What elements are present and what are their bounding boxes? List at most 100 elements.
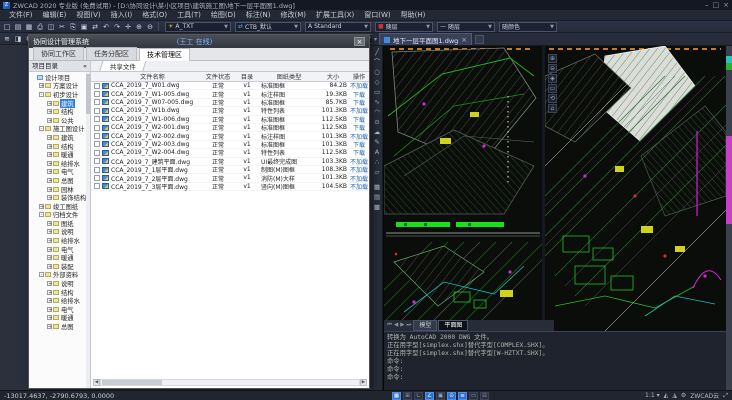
draw-tool-icon[interactable]: ╱ [373,48,382,57]
dialog-close-button[interactable]: × [354,37,365,46]
hatch-tool-icon[interactable]: ▩ [373,203,382,212]
toolbar-icon[interactable]: ↷ [112,22,122,32]
canvas-area[interactable]: ⊕⊖◈▭⟲⌂ ⏮◀▶⏭ 模型平面图 转换为 AutoCAD 2000 DWG 文… [383,46,732,390]
tree-expander-icon[interactable]: + [47,255,52,260]
menu-item[interactable]: 标注(N) [241,10,276,21]
tree-item[interactable]: + 电气 [29,305,90,314]
draw-tool-icon[interactable]: ○ [373,68,382,77]
tree-item[interactable]: + 竣工图纸 [29,202,90,211]
layer-toolbar-icon[interactable]: ◨ [13,34,23,44]
toolbar-icon[interactable]: ✂ [57,22,67,32]
draw-tool-icon[interactable]: ☁ [373,128,382,137]
tree-item[interactable]: + 建筑 [29,133,90,142]
viewport-right-floorplan[interactable] [545,46,726,331]
row-checkbox[interactable] [94,158,100,164]
row-checkbox[interactable] [94,125,100,131]
lineweight-dropdown[interactable]: 随颜色▼ [499,22,557,32]
toolbar-icon[interactable]: ▦ [24,22,34,32]
toolbar-icon[interactable]: ⎘ [68,22,78,32]
menu-item[interactable]: 格式(O) [137,10,172,21]
file-table-hscrollbar[interactable]: ◀ ▶ [93,379,367,386]
tree-collapse-icon[interactable]: « [83,61,87,71]
toolbar-icon[interactable]: ⊕ [134,22,144,32]
tree-expander-icon[interactable]: + [39,83,44,88]
tree-expander-icon[interactable] [31,75,36,80]
status-toggle-button[interactable]: ∟ [414,392,423,400]
row-checkbox[interactable] [94,175,100,181]
tree-item[interactable]: + 图纸 [29,219,90,228]
tree-expander-icon[interactable]: + [47,221,52,226]
tree-item[interactable]: + 园林 [29,185,90,194]
tree-item[interactable]: - 外部资料 [29,271,90,280]
nav-tool-icon[interactable]: ▭ [548,84,557,93]
toolbar-icon[interactable]: ▣ [79,22,89,32]
tree-item[interactable]: + 总图 [29,176,90,185]
draw-tool-icon[interactable]: ∴ [373,158,382,167]
menu-item[interactable]: 扩展工具(X) [311,10,359,21]
tree-item[interactable]: + 结构 [29,107,90,116]
palette-tab-segment[interactable] [726,70,732,136]
tree-expander-icon[interactable]: - [39,126,44,131]
tree-item[interactable]: + 装饰结构 [29,193,90,202]
viewport-left-floorplan[interactable] [384,46,542,320]
status-toggle-button[interactable]: ∠ [425,392,434,400]
tree-expander-icon[interactable]: + [47,195,52,200]
status-toggle-button[interactable]: ⊡ [480,392,489,400]
tree-expander-icon[interactable]: + [47,101,52,106]
tree-item[interactable]: - 归档文件 [29,211,90,220]
file-table-row[interactable]: CCA_2019_7_3层平面.dwg 正常 v1 竖向(M)图框 104.5K… [91,183,369,191]
file-action-link[interactable]: 不加载 [349,182,369,191]
tree-expander-icon[interactable]: + [47,315,52,320]
fullscreen-icon[interactable]: ⤢ [723,392,728,400]
layout-tab[interactable]: 模型 [413,320,437,331]
draw-tool-icon[interactable]: ∿ [373,98,382,107]
tree-item[interactable]: + 暖通 [29,314,90,323]
annotation-auto-icon[interactable]: ◮ [672,392,677,399]
layout-tab[interactable]: 平面图 [438,320,468,331]
cloud-service-label[interactable]: ZWCAD云 [690,391,719,400]
toolbar-icon[interactable]: ✛ [123,22,133,32]
tree-item[interactable]: + 公共 [29,116,90,125]
tree-item[interactable]: - 施工图设计 [29,125,90,134]
maximize-button[interactable]: □ [713,1,720,9]
tree-expander-icon[interactable]: + [47,229,52,234]
menu-item[interactable]: 帮助(H) [396,10,431,21]
tree-expander-icon[interactable]: + [47,118,52,123]
tree-expander-icon[interactable]: + [47,290,52,295]
row-checkbox[interactable] [94,83,100,89]
row-checkbox[interactable] [94,108,100,114]
palette-tab-segment[interactable] [726,46,732,56]
tree-expander-icon[interactable]: + [47,307,52,312]
tree-expander-icon[interactable]: + [47,264,52,269]
menu-item[interactable]: 文件(F) [4,10,38,21]
menu-item[interactable]: 窗口(W) [359,10,395,21]
draw-tool-icon[interactable]: ▱ [373,168,382,177]
status-toggle-button[interactable]: ⊙ [447,392,456,400]
nav-tool-icon[interactable]: ⌂ [548,104,557,113]
right-palette-strip[interactable] [726,46,732,390]
row-checkbox[interactable] [94,141,100,147]
layer-toolbar-icon[interactable]: ≋ [2,34,12,44]
tree-expander-icon[interactable]: + [39,204,44,209]
tree-item[interactable]: + 装配 [29,262,90,271]
menu-item[interactable]: 编辑(E) [38,10,72,21]
layer-dropdown[interactable]: ☀ A_TXT▼ [165,22,231,32]
annotation-scale-control[interactable]: 1:1 ▾ [645,392,660,399]
tab-close-icon[interactable]: × [461,36,467,44]
color-dropdown[interactable]: ■ 随层▼ [375,22,433,32]
dialog-tab[interactable]: 任务分配区 [86,47,137,60]
tree-item[interactable]: 设计项目 [29,73,90,82]
draw-tool-icon[interactable]: ✎ [373,138,382,147]
status-toggle-button[interactable]: ▦ [392,392,401,400]
palette-tab-segment[interactable] [726,224,732,390]
toolbar-icon[interactable]: ⊖ [145,22,155,32]
tree-expander-icon[interactable]: + [47,238,52,243]
tree-expander-icon[interactable]: + [47,144,52,149]
palette-tab-segment[interactable] [726,56,732,63]
menu-item[interactable]: 修改(M) [275,10,311,21]
tree-item[interactable]: - 初步设计 [29,90,90,99]
layout-nav-arrow[interactable]: ⏮ [386,322,393,329]
plot-style-dropdown[interactable]: ⇄ CTB_默认▼ [235,22,301,32]
draw-tool-icon[interactable]: ◠ [373,108,382,117]
toolbar-icon[interactable]: ◫ [46,22,56,32]
